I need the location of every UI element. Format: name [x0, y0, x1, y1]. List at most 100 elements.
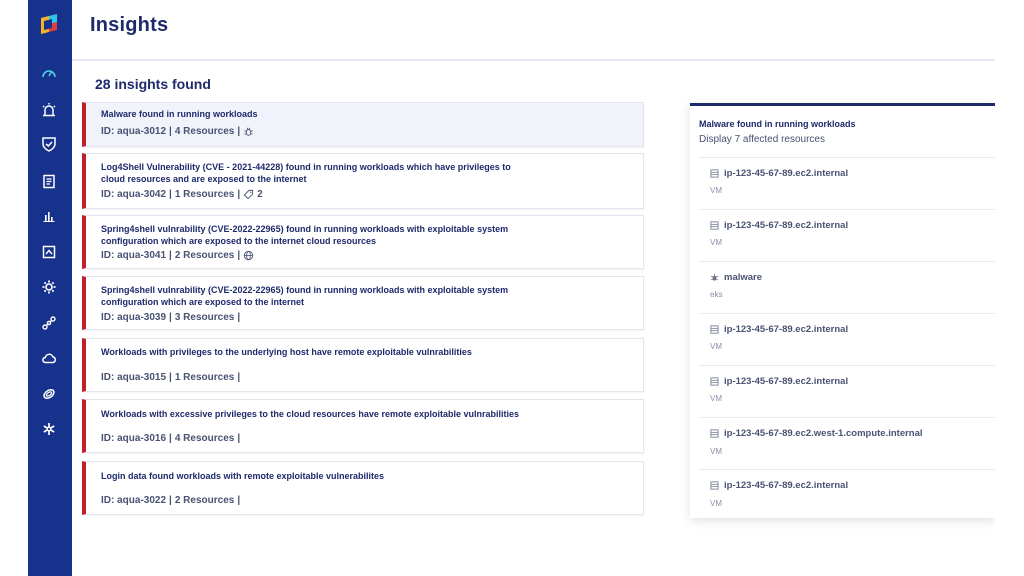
insight-id: ID: aqua-3022 [101, 495, 167, 506]
meta-separator: | [169, 312, 172, 323]
server-icon [710, 429, 719, 438]
panel-divider [699, 261, 995, 262]
tag-icon [243, 189, 254, 200]
insight-meta: ID: aqua-3022 | 2 Resources | [101, 495, 240, 506]
insight-meta: ID: aqua-3016 | 4 Resources | [101, 433, 240, 444]
resource-item[interactable]: malware [710, 272, 762, 283]
resource-item[interactable]: ip-123-45-67-89.ec2.internal [710, 168, 848, 179]
panel-divider [699, 365, 995, 366]
dashboard-icon[interactable] [39, 64, 59, 84]
affected-resources-panel: Malware found in running workloads Displ… [690, 103, 995, 518]
insight-resources: 2 Resources [174, 250, 235, 261]
resource-name: ip-123-45-67-89.ec2.west-1.compute.inter… [724, 428, 923, 439]
insight-meta: ID: aqua-3041 | 2 Resources | [101, 250, 254, 261]
resource-item[interactable]: ip-123-45-67-89.ec2.internal [710, 324, 848, 335]
meta-separator: | [237, 189, 241, 200]
insight-resources: 4 Resources [174, 433, 235, 444]
shield-icon[interactable] [39, 134, 59, 154]
panel-divider [699, 157, 995, 158]
insight-card[interactable]: Log4Shell Vulnerability (CVE - 2021-4422… [82, 153, 644, 209]
insights-count: 28 insights found [95, 76, 211, 92]
globe-icon [243, 250, 254, 261]
workload-icon[interactable] [39, 242, 59, 262]
insight-id: ID: aqua-3042 [101, 189, 167, 200]
sidebar [28, 0, 72, 576]
insight-id: ID: aqua-3039 [101, 312, 167, 323]
meta-separator: | [169, 189, 172, 200]
settings-cog-icon[interactable] [39, 277, 59, 297]
insight-id: ID: aqua-3016 [101, 433, 167, 444]
meta-separator: | [169, 250, 172, 261]
bar-chart-icon[interactable] [39, 206, 59, 226]
resource-name: ip-123-45-67-89.ec2.internal [724, 220, 849, 231]
panel-divider [699, 417, 995, 418]
meta-separator: | [169, 372, 172, 383]
meta-separator: | [237, 126, 241, 137]
resource-name: malware [724, 272, 763, 283]
resource-item[interactable]: ip-123-45-67-89.ec2.internal [710, 376, 848, 387]
insight-id: ID: aqua-3015 [101, 372, 167, 383]
meta-separator: | [169, 126, 172, 137]
resource-item[interactable]: ip-123-45-67-89.ec2.west-1.compute.inter… [710, 428, 923, 439]
alarm-icon[interactable] [39, 100, 59, 120]
insight-card[interactable]: Spring4shell vulnrability (CVE-2022-2296… [82, 215, 644, 269]
insight-card[interactable]: Workloads with privileges to the underly… [82, 338, 644, 392]
server-icon [710, 481, 719, 490]
insight-meta: ID: aqua-3012 | 4 Resources | [101, 126, 254, 137]
insight-title: Spring4shell vulnrability (CVE-2022-2296… [101, 285, 509, 307]
insight-id: ID: aqua-3012 [101, 126, 167, 137]
panel-divider [699, 313, 995, 314]
insight-card[interactable]: Spring4shell vulnrability (CVE-2022-2296… [82, 276, 644, 330]
server-icon [710, 377, 719, 386]
insight-card[interactable]: Malware found in running workloads ID: a… [82, 102, 644, 147]
resource-item[interactable]: ip-123-45-67-89.ec2.internal [710, 480, 848, 491]
insights-page: Insights 28 insights found Malware found… [0, 0, 1024, 576]
resource-type: VM [710, 394, 722, 403]
insight-resources: 1 Resources [174, 372, 235, 383]
resource-type: eks [710, 290, 723, 299]
bug-icon [710, 273, 719, 282]
aqua-logo[interactable] [37, 12, 61, 36]
network-nodes-icon[interactable] [39, 313, 59, 333]
page-title: Insights [90, 14, 169, 36]
insight-extra-count: 2 [257, 189, 263, 200]
insight-card[interactable]: Workloads with excessive privileges to t… [82, 399, 644, 453]
insight-resources: 4 Resources [174, 126, 235, 137]
insight-meta: ID: aqua-3042 | 1 Resources | 2 [101, 189, 263, 200]
meta-separator: | [169, 495, 172, 506]
server-icon [710, 221, 719, 230]
clipboard-icon[interactable] [39, 171, 59, 191]
insight-meta: ID: aqua-3015 | 1 Resources | [101, 372, 240, 383]
bug-icon [243, 126, 254, 137]
resource-name: ip-123-45-67-89.ec2.internal [724, 376, 849, 387]
resource-type: VM [710, 186, 722, 195]
resource-type: VM [710, 342, 722, 351]
meta-separator: | [169, 433, 172, 444]
insight-resources: 3 Resources [174, 312, 235, 323]
panel-title: Malware found in running workloads [699, 119, 856, 129]
insight-resources: 1 Resources [174, 189, 235, 200]
resource-name: ip-123-45-67-89.ec2.internal [724, 480, 849, 491]
panel-divider [699, 469, 995, 470]
insight-title: Spring4shell vulnrability (CVE-2022-2296… [101, 224, 509, 246]
insight-card[interactable]: Login data found workloads with remote e… [82, 461, 644, 515]
insight-title: Log4Shell Vulnerability (CVE - 2021-4422… [101, 162, 511, 184]
meta-separator: | [237, 372, 241, 383]
cloud-icon[interactable] [39, 348, 59, 368]
resource-type: VM [710, 447, 722, 456]
resource-name: ip-123-45-67-89.ec2.internal [724, 168, 849, 179]
header-divider [72, 59, 995, 61]
insight-resources: 2 Resources [174, 495, 235, 506]
meta-separator: | [237, 312, 241, 323]
insight-title: Workloads with excessive privileges to t… [101, 409, 519, 419]
panel-divider [699, 209, 995, 210]
insight-id: ID: aqua-3041 [101, 250, 167, 261]
resource-name: ip-123-45-67-89.ec2.internal [724, 324, 849, 335]
meta-separator: | [237, 433, 241, 444]
integrations-icon[interactable] [39, 419, 59, 439]
insight-title: Workloads with privileges to the underly… [101, 347, 472, 357]
server-icon [710, 325, 719, 334]
resource-item[interactable]: ip-123-45-67-89.ec2.internal [710, 220, 848, 231]
page-edge [995, 0, 1024, 576]
shield-off-icon[interactable] [39, 384, 59, 404]
